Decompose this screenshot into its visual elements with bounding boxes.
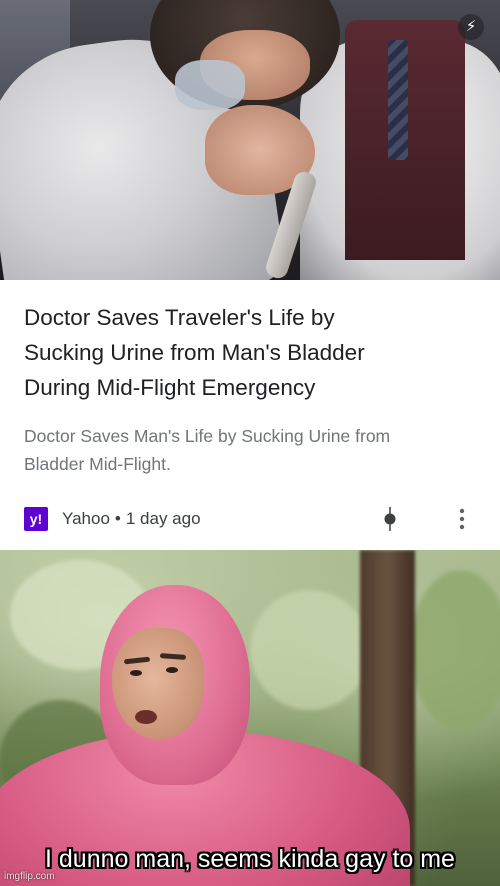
source-row: y! Yahoo • 1 day ago: [24, 505, 480, 533]
more-vertical-icon[interactable]: [456, 508, 468, 530]
yahoo-logo-icon: y!: [24, 507, 48, 531]
source-separator: •: [114, 509, 121, 528]
eye: [166, 667, 178, 673]
steward-tie: [388, 40, 408, 160]
headline-line: Sucking Urine from Man's Bladder: [24, 340, 365, 365]
lightning-bolt-icon: ⚡: [458, 14, 484, 40]
eye: [130, 670, 142, 676]
face: [112, 628, 204, 740]
news-thumbnail-photo[interactable]: ⚡: [0, 0, 500, 280]
meme-caption: I dunno man, seems kinda gay to me: [45, 845, 455, 873]
headline-line: During Mid-Flight Emergency: [24, 375, 316, 400]
foliage: [250, 590, 370, 710]
snippet-line: Doctor Saves Man's Life by Sucking Urine…: [24, 426, 391, 446]
meme-image: I dunno man, seems kinda gay to me imgfl…: [0, 550, 500, 886]
snippet-line: Bladder Mid-Flight.: [24, 454, 171, 474]
discover-icon[interactable]: [382, 507, 398, 531]
article-headline[interactable]: Doctor Saves Traveler's Life by Sucking …: [24, 300, 484, 405]
source-name: Yahoo: [62, 509, 110, 528]
mouth: [135, 710, 157, 724]
imgflip-watermark: imgflip.com: [4, 871, 55, 882]
foliage: [410, 570, 500, 730]
article-snippet: Doctor Saves Man's Life by Sucking Urine…: [24, 422, 484, 478]
article-age: 1 day ago: [125, 509, 201, 528]
source-info: Yahoo • 1 day ago: [62, 508, 201, 530]
headline-line: Doctor Saves Traveler's Life by: [24, 305, 335, 330]
news-card[interactable]: ⚡ Doctor Saves Traveler's Life by Suckin…: [0, 0, 500, 550]
doctor-mask: [175, 60, 245, 110]
